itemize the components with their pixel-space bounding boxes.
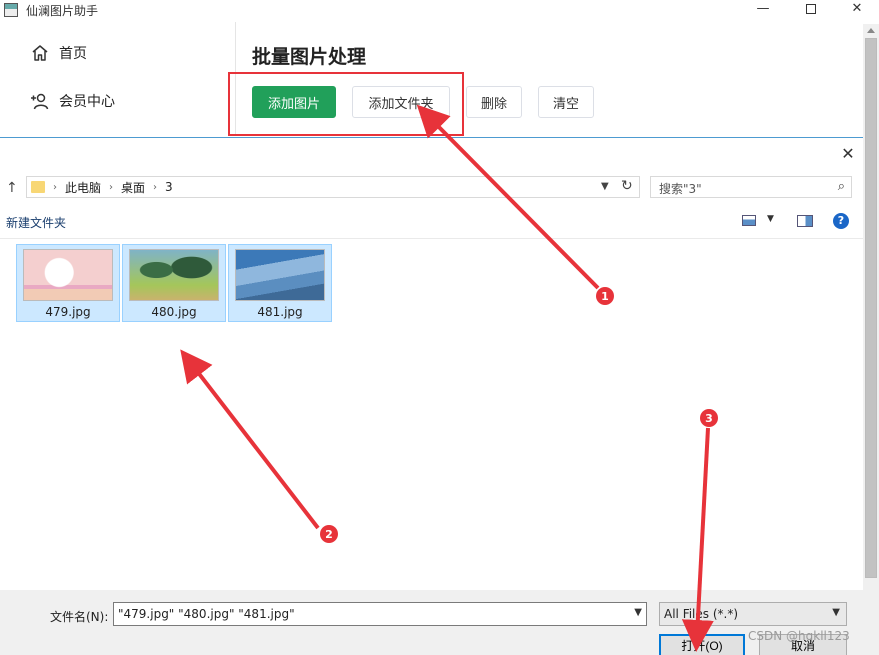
- breadcrumb-item[interactable]: 3: [165, 180, 173, 194]
- sidebar-item-label: 会员中心: [59, 94, 115, 110]
- filename-input[interactable]: "479.jpg" "480.jpg" "481.jpg" ▼: [113, 602, 647, 626]
- clear-button[interactable]: 清空: [538, 86, 594, 118]
- file-type-select[interactable]: All Files (*.*) ▼: [659, 602, 847, 626]
- chevron-right-icon: ›: [109, 181, 114, 193]
- chevron-right-icon: ›: [153, 181, 158, 193]
- search-input[interactable]: 搜索"3" ⌕: [650, 176, 852, 198]
- maximize-button[interactable]: [788, 0, 834, 20]
- sidebar: 首页 会员中心: [0, 22, 236, 138]
- sidebar-item-label: 首页: [59, 46, 87, 62]
- file-name: 480.jpg: [151, 305, 197, 319]
- filename-value: "479.jpg" "480.jpg" "481.jpg": [118, 607, 295, 621]
- title-bar: 仙澜图片助手 — ✕: [0, 0, 879, 22]
- sidebar-item-member-center[interactable]: 会员中心: [30, 88, 115, 114]
- open-button[interactable]: 打开(O): [659, 634, 745, 655]
- view-mode-icon[interactable]: [742, 215, 756, 226]
- delete-button[interactable]: 删除: [466, 86, 522, 118]
- toolbar-divider: [0, 238, 863, 239]
- scrollbar-thumb[interactable]: [865, 38, 877, 578]
- window-title: 仙澜图片助手: [26, 4, 99, 18]
- new-folder-button[interactable]: 新建文件夹: [6, 214, 66, 231]
- search-placeholder: 搜索"3": [659, 182, 702, 196]
- dialog-close-button[interactable]: ✕: [840, 146, 856, 162]
- app-scrollbar[interactable]: [863, 24, 879, 655]
- file-item[interactable]: 481.jpg: [228, 244, 332, 322]
- screenshot-root: 仙澜图片助手 — ✕ 首页 会员中心 批量图片处理 添加图片 添加文件夹 删除 …: [0, 0, 879, 655]
- file-type-value: All Files (*.*): [664, 607, 739, 621]
- chevron-down-icon[interactable]: ▼: [832, 607, 840, 618]
- filename-label: 文件名(N):: [50, 610, 109, 624]
- up-arrow-icon[interactable]: ↑: [6, 181, 20, 195]
- chevron-down-icon[interactable]: ▼: [601, 181, 609, 192]
- refresh-icon[interactable]: ↻: [621, 178, 633, 194]
- dialog-footer: 文件名(N): "479.jpg" "480.jpg" "481.jpg" ▼ …: [0, 590, 863, 655]
- sidebar-item-home[interactable]: 首页: [30, 40, 87, 66]
- home-icon: [32, 45, 48, 61]
- chevron-down-icon[interactable]: ▼: [767, 214, 774, 224]
- close-window-button[interactable]: ✕: [834, 0, 879, 20]
- address-bar[interactable]: › 此电脑 › 桌面 › 3 ▼ ↻: [26, 176, 640, 198]
- image-thumbnail: [23, 249, 113, 301]
- add-user-icon: [31, 93, 49, 110]
- scroll-up-icon[interactable]: [867, 28, 875, 33]
- file-open-dialog: ✕ ↑ › 此电脑 › 桌面 › 3 ▼ ↻ 搜索"3" ⌕ 新建文件夹 ▼ ?…: [0, 137, 863, 655]
- breadcrumb-item[interactable]: 桌面: [121, 179, 145, 196]
- chevron-right-icon: ›: [53, 181, 57, 193]
- watermark: CSDN @hqkll123: [748, 629, 850, 643]
- preview-pane-icon[interactable]: [797, 215, 813, 227]
- file-name: 481.jpg: [257, 305, 303, 319]
- app-logo-icon: [4, 3, 18, 17]
- minimize-button[interactable]: —: [740, 0, 786, 20]
- chevron-down-icon[interactable]: ▼: [634, 607, 642, 618]
- file-item[interactable]: 480.jpg: [122, 244, 226, 322]
- file-item[interactable]: 479.jpg: [16, 244, 120, 322]
- search-icon: ⌕: [837, 179, 845, 194]
- maximize-icon: [806, 4, 816, 14]
- annotation-highlight-box: [228, 72, 464, 136]
- image-thumbnail: [129, 249, 219, 301]
- breadcrumb-item[interactable]: 此电脑: [65, 179, 101, 196]
- page-title: 批量图片处理: [252, 46, 367, 68]
- help-icon[interactable]: ?: [833, 213, 849, 229]
- folder-icon: [31, 181, 45, 193]
- file-name: 479.jpg: [45, 305, 91, 319]
- image-thumbnail: [235, 249, 325, 301]
